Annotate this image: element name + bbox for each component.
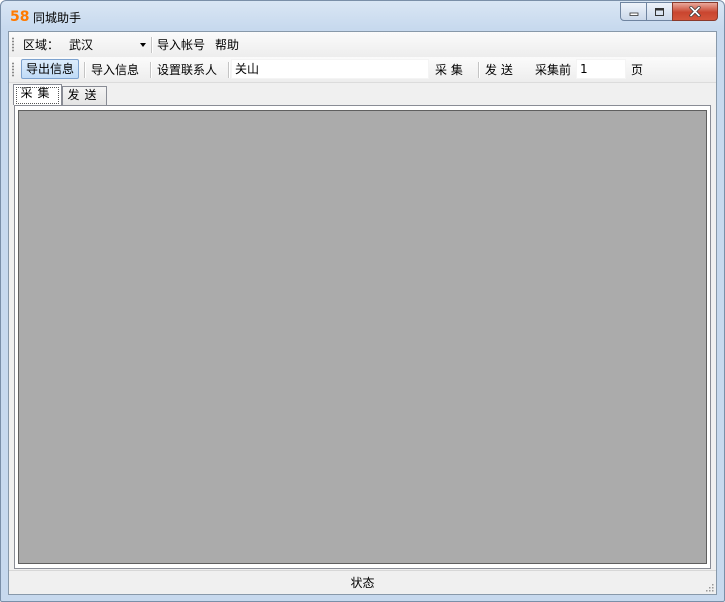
tab-send[interactable]: 发送 xyxy=(62,86,107,105)
close-button[interactable] xyxy=(672,2,718,21)
minimize-button[interactable] xyxy=(620,2,647,21)
region-label: 区域： xyxy=(23,38,60,52)
focus-rectangle xyxy=(16,87,59,104)
toolbar-separator xyxy=(228,62,229,78)
import-info-button[interactable]: 导入信息 xyxy=(91,61,139,79)
minimize-icon xyxy=(629,12,638,16)
tab-strip: 采集 发送 xyxy=(9,82,716,106)
toolbar-separator xyxy=(151,37,152,53)
import-accounts-button[interactable]: 导入帐号 xyxy=(157,36,205,54)
title-bar[interactable]: 58 同城助手 xyxy=(1,1,724,31)
window-title: 同城助手 xyxy=(33,11,82,25)
tab-send-label: 发送 xyxy=(67,88,102,102)
toolbar-grip[interactable] xyxy=(12,62,14,77)
pages-input[interactable]: 1 xyxy=(576,59,626,79)
client-area: 区域： 武汉 导入帐号 帮助 导出信息 导入信息 设置联系人 关山 采 集 发 … xyxy=(8,31,717,595)
toolbar-region: 区域： 武汉 导入帐号 帮助 xyxy=(9,32,716,58)
resize-grip-icon[interactable] xyxy=(704,582,714,592)
maximize-button[interactable] xyxy=(646,2,673,21)
main-window: 58 同城助手 区域： 武汉 导入帐号 帮助 导出信息 导入信息 设置联系人 关… xyxy=(0,0,725,602)
tab-page-collect xyxy=(14,105,711,569)
export-info-button[interactable]: 导出信息 xyxy=(21,59,79,79)
close-icon xyxy=(689,6,701,17)
collect-button[interactable]: 采 集 xyxy=(435,61,463,79)
collect-first-label: 采集前 xyxy=(535,63,572,77)
caption-buttons xyxy=(620,2,718,21)
region-value: 武汉 xyxy=(69,38,94,52)
results-panel[interactable] xyxy=(18,110,707,564)
toolbar-grip[interactable] xyxy=(12,37,14,52)
region-combobox[interactable]: 武汉 xyxy=(63,35,149,54)
page-unit-label: 页 xyxy=(631,63,644,77)
app-logo-icon: 58 xyxy=(10,9,30,25)
toolbar-separator xyxy=(84,62,85,78)
status-text: 状态 xyxy=(350,576,375,590)
help-button[interactable]: 帮助 xyxy=(215,36,239,54)
status-bar: 状态 xyxy=(9,570,716,594)
toolbar-separator xyxy=(150,62,151,78)
keyword-input[interactable]: 关山 xyxy=(231,59,429,79)
tab-collect[interactable]: 采集 xyxy=(13,84,62,105)
chevron-down-icon[interactable] xyxy=(140,43,146,47)
send-button[interactable]: 发 送 xyxy=(485,61,513,79)
toolbar-actions: 导出信息 导入信息 设置联系人 关山 采 集 发 送 采集前 1 页 xyxy=(9,57,716,83)
set-contact-button[interactable]: 设置联系人 xyxy=(157,61,217,79)
maximize-icon xyxy=(655,7,664,16)
toolbar-separator xyxy=(478,62,479,78)
